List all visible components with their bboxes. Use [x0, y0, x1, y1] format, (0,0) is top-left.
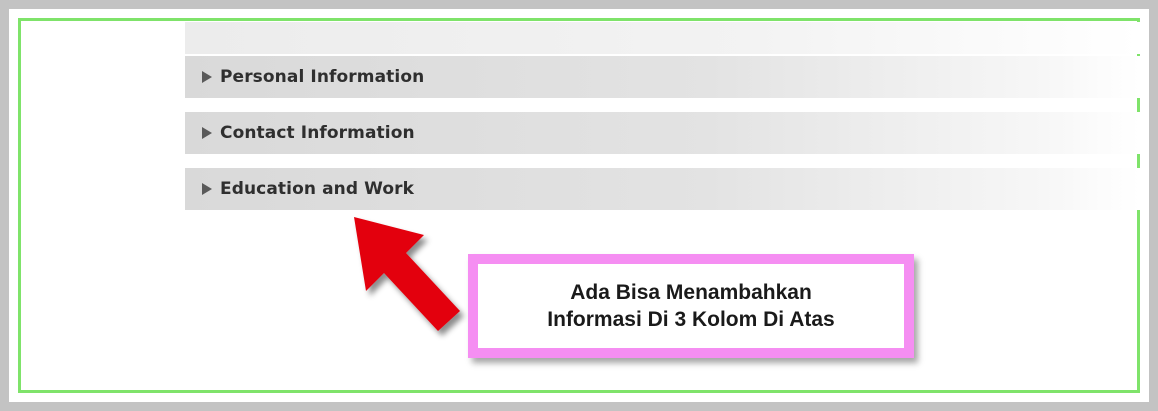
- section-label: Personal Information: [220, 67, 425, 87]
- section-contact-information[interactable]: Contact Information: [185, 112, 1140, 154]
- panel-header-strip: [185, 22, 1140, 54]
- expand-triangle-icon: [202, 183, 212, 195]
- expand-triangle-icon: [202, 71, 212, 83]
- annotation-callout: Ada Bisa Menambahkan Informasi Di 3 Kolo…: [468, 254, 914, 358]
- section-personal-information[interactable]: Personal Information: [185, 56, 1140, 98]
- callout-line-1: Ada Bisa Menambahkan: [570, 281, 812, 304]
- red-pointer-arrow-icon: [354, 217, 460, 331]
- expand-triangle-icon: [202, 127, 212, 139]
- callout-line-2: Informasi Di 3 Kolom Di Atas: [547, 308, 835, 331]
- section-label: Education and Work: [220, 179, 415, 199]
- section-education-and-work[interactable]: Education and Work: [185, 168, 1140, 210]
- section-label: Contact Information: [220, 123, 415, 143]
